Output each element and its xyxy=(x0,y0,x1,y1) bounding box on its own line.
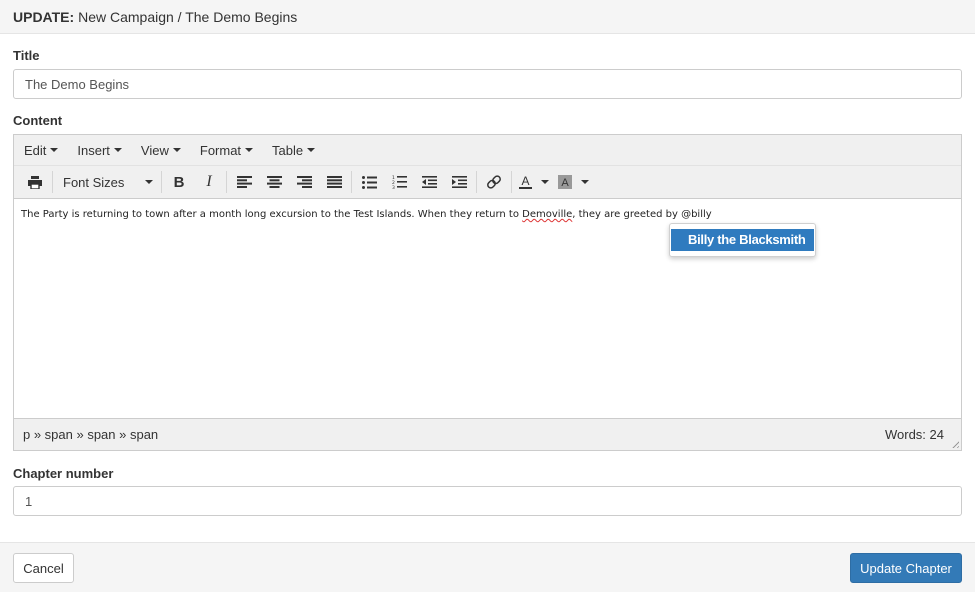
caret-down-icon xyxy=(145,180,153,184)
print-button[interactable] xyxy=(20,169,50,195)
modal-header: UPDATE: New Campaign / The Demo Begins xyxy=(0,0,975,34)
toolbar-separator xyxy=(52,171,53,193)
element-path: p » span » span » span xyxy=(23,427,159,442)
italic-button[interactable]: I xyxy=(194,169,224,195)
numbered-list-button[interactable]: 123 xyxy=(384,169,414,195)
svg-text:A: A xyxy=(561,177,569,189)
bold-button[interactable]: B xyxy=(164,169,194,195)
print-icon xyxy=(28,175,42,189)
menu-view[interactable]: View xyxy=(141,143,181,158)
align-right-icon xyxy=(296,176,312,188)
caret-down-icon xyxy=(245,148,254,152)
update-chapter-button[interactable]: Update Chapter xyxy=(850,553,962,583)
align-center-icon xyxy=(266,176,282,188)
link-icon xyxy=(487,175,501,189)
outdent-button[interactable] xyxy=(414,169,444,195)
numbered-list-icon: 123 xyxy=(392,175,407,189)
modal-footer: Cancel Update Chapter xyxy=(0,542,975,592)
svg-text:A: A xyxy=(521,175,529,188)
toolbar-separator xyxy=(511,171,512,193)
editor-menubar: Edit Insert View Format Table xyxy=(14,135,961,166)
background-color-icon: A xyxy=(558,175,572,189)
align-justify-button[interactable] xyxy=(319,169,349,195)
header-action: UPDATE: xyxy=(13,9,75,25)
menu-edit[interactable]: Edit xyxy=(24,142,59,158)
word-count: Words: 24 xyxy=(884,427,944,442)
text-color-dropdown[interactable] xyxy=(536,169,554,195)
menu-format-label: Format xyxy=(199,142,242,158)
menu-format[interactable]: Format xyxy=(199,142,254,158)
misspelled-word[interactable]: Demoville xyxy=(522,209,572,220)
align-right-button[interactable] xyxy=(289,169,319,195)
align-left-icon xyxy=(236,176,252,188)
menu-insert-label: Insert xyxy=(77,142,110,158)
menu-view-label: View xyxy=(140,142,169,158)
menu-table[interactable]: Table xyxy=(272,142,316,158)
menu-edit-label: Edit xyxy=(24,142,47,158)
chapter-number-input[interactable] xyxy=(13,486,962,516)
align-center-button[interactable] xyxy=(259,169,289,195)
chapter-number-label: Chapter number xyxy=(13,466,114,481)
menu-insert[interactable]: Insert xyxy=(77,143,122,158)
content-text: The Party is returning to town after a m… xyxy=(21,209,523,220)
content-label: Content xyxy=(13,113,63,128)
text-color-icon: A xyxy=(518,175,532,189)
editor-toolbar: Font Sizes B I 123 A A xyxy=(14,166,961,199)
link-button[interactable] xyxy=(479,169,509,195)
caret-down-icon xyxy=(50,148,59,152)
caret-down-icon xyxy=(581,180,589,184)
font-sizes-label: Font Sizes xyxy=(63,174,125,190)
align-left-button[interactable] xyxy=(229,169,259,195)
text-color-button[interactable]: A xyxy=(514,169,536,195)
rich-text-editor: Edit Insert View Format Table Font Sizes… xyxy=(13,134,962,451)
caret-down-icon xyxy=(113,148,122,152)
bullet-list-icon xyxy=(361,175,377,189)
indent-button[interactable] xyxy=(444,169,474,195)
editor-content[interactable]: The Party is returning to town after a m… xyxy=(14,199,961,418)
menu-table-label: Table xyxy=(272,142,304,158)
caret-down-icon xyxy=(307,148,316,152)
mention-autocomplete: Billy the Blacksmith xyxy=(669,223,816,257)
editor-statusbar: p » span » span » span Words: 24 xyxy=(14,418,961,450)
content-text-end: , they are greeted by @billy xyxy=(572,209,712,220)
caret-down-icon xyxy=(541,180,549,184)
toolbar-separator xyxy=(226,171,227,193)
font-sizes-dropdown[interactable]: Font Sizes xyxy=(55,169,159,195)
background-color-button[interactable]: A xyxy=(554,169,576,195)
caret-down-icon xyxy=(172,148,181,152)
mention-suggestion[interactable]: Billy the Blacksmith xyxy=(671,229,814,251)
bullet-list-button[interactable] xyxy=(354,169,384,195)
header-title: New Campaign / The Demo Begins xyxy=(78,9,298,25)
italic-icon: I xyxy=(206,173,212,190)
title-label: Title xyxy=(13,48,40,63)
svg-text:3: 3 xyxy=(392,185,395,189)
cancel-button[interactable]: Cancel xyxy=(13,553,74,583)
title-input[interactable] xyxy=(13,69,962,99)
resize-handle-icon[interactable] xyxy=(950,439,959,448)
background-color-dropdown[interactable] xyxy=(576,169,594,195)
outdent-icon xyxy=(421,176,437,188)
toolbar-separator xyxy=(351,171,352,193)
align-justify-icon xyxy=(326,176,342,188)
indent-icon xyxy=(451,176,467,188)
toolbar-separator xyxy=(161,171,162,193)
toolbar-separator xyxy=(476,171,477,193)
bold-icon: B xyxy=(173,173,185,191)
